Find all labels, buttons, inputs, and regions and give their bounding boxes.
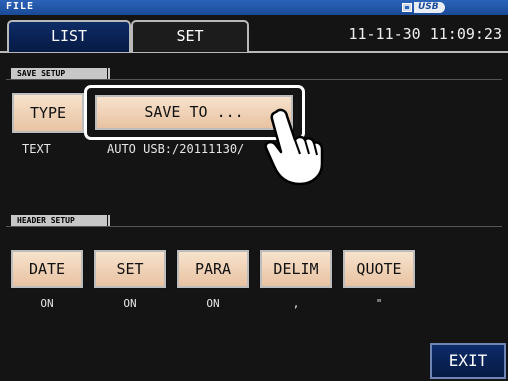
title-bar: FILE USB [0,0,508,15]
usb-status: USB [402,2,445,13]
screen: FILE USB LIST SET 11-11-30 11:09:23 SAVE… [0,0,508,381]
delim-value: , [292,297,300,310]
clock: 11-11-30 11:09:23 [348,25,502,43]
save-to-value: AUTO USB:/20111130/ [107,142,245,156]
tab-list[interactable]: LIST [7,20,131,52]
save-setup-divider [6,79,502,80]
set-button[interactable]: SET [93,249,167,289]
para-button[interactable]: PARA [176,249,250,289]
date-button[interactable]: DATE [10,249,84,289]
set-value: ON [123,297,137,310]
exit-button[interactable]: EXIT [430,343,506,379]
pointing-hand-icon [264,108,324,186]
para-value: ON [206,297,220,310]
date-value: ON [40,297,54,310]
delim-button[interactable]: DELIM [259,249,333,289]
type-value: TEXT [22,142,51,156]
header-setup-label: HEADER SETUP [11,215,110,226]
tab-strip: LIST SET 11-11-30 11:09:23 [0,15,508,59]
save-setup-label: SAVE SETUP [11,68,110,79]
quote-button[interactable]: QUOTE [342,249,416,289]
header-setup-divider [6,226,502,227]
usb-icon [402,3,412,12]
quote-value: " [375,297,383,310]
usb-label: USB [414,2,445,13]
type-button[interactable]: TYPE [11,92,85,134]
tab-set[interactable]: SET [131,20,249,52]
window-title: FILE [6,1,35,12]
